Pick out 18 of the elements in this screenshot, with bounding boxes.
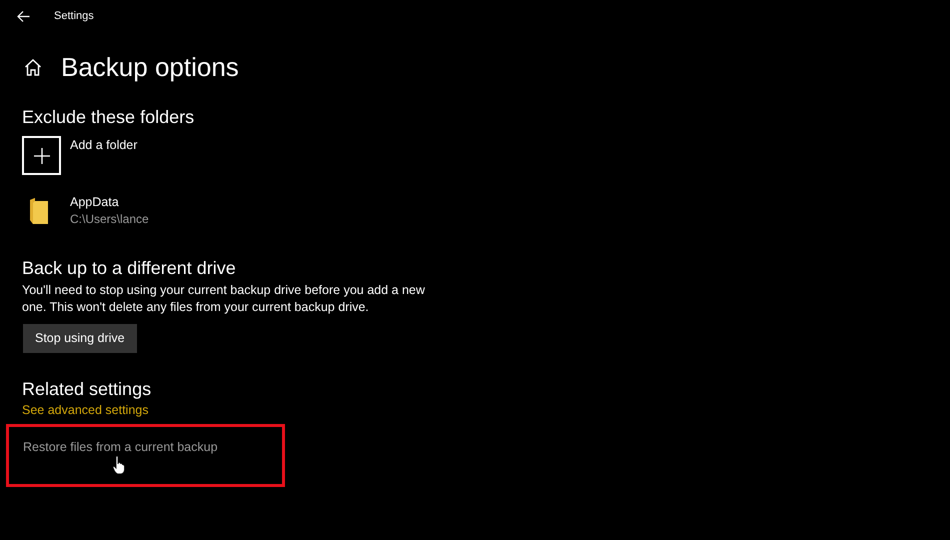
folder-path: C:\Users\lance bbox=[70, 212, 149, 226]
add-folder-label[interactable]: Add a folder bbox=[70, 138, 138, 175]
add-folder-button[interactable] bbox=[22, 136, 61, 175]
section-heading: Related settings bbox=[22, 379, 152, 400]
section-description: You'll need to stop using your current backup drive before you add a new one. This won't delete any files from your current backup drive. bbox=[22, 282, 426, 316]
folder-name[interactable]: AppData bbox=[70, 195, 149, 209]
hand-cursor-icon bbox=[112, 455, 126, 475]
section-heading: Exclude these folders bbox=[22, 107, 196, 128]
folder-icon bbox=[30, 198, 48, 224]
page-title: Backup options bbox=[61, 52, 239, 83]
section-heading: Back up to a different drive bbox=[22, 258, 237, 279]
settings-link[interactable]: Restore files from a current backup bbox=[23, 440, 218, 454]
home-icon[interactable] bbox=[24, 59, 42, 76]
stop-using-drive-button[interactable]: Stop using drive bbox=[23, 324, 137, 353]
plus-icon bbox=[34, 148, 50, 164]
window-title: Settings bbox=[54, 10, 94, 22]
settings-link[interactable]: See advanced settings bbox=[22, 403, 148, 417]
back-icon[interactable] bbox=[17, 10, 30, 22]
